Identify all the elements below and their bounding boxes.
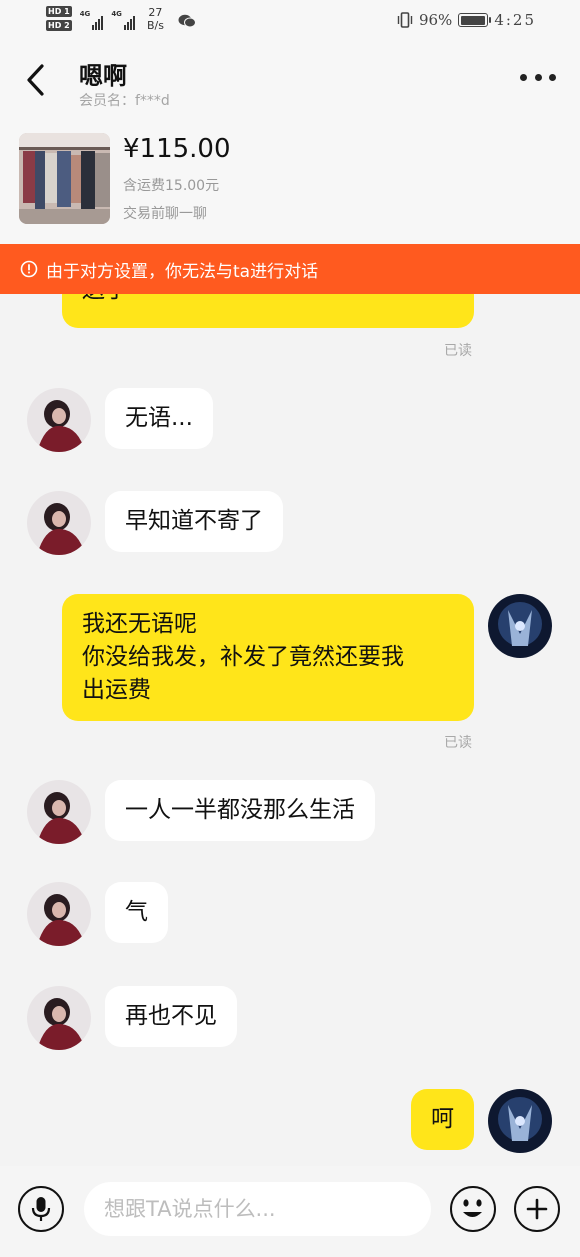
- input-bar: [0, 1166, 580, 1257]
- wechat-icon: [178, 14, 196, 28]
- network-speed: 27 B/s: [146, 6, 164, 32]
- product-price: ¥115.00: [123, 134, 231, 164]
- contact-avatar[interactable]: [27, 388, 91, 452]
- voice-button[interactable]: [18, 1186, 64, 1232]
- my-avatar[interactable]: [488, 1089, 552, 1153]
- hd1-badge: HD 1: [46, 6, 72, 17]
- message-bubble-incoming[interactable]: 无语...: [105, 388, 213, 449]
- message-line: 送了: [82, 294, 454, 307]
- message-line: 呵: [431, 1106, 454, 1132]
- signal-icon-2: 4G: [111, 10, 135, 30]
- message-line: 早知道不寄了: [125, 508, 263, 534]
- contact-avatar[interactable]: [27, 986, 91, 1050]
- signal-icon: 4G: [80, 10, 104, 30]
- message-bubble-outgoing[interactable]: 送了: [62, 294, 474, 328]
- message-bubble-incoming[interactable]: 再也不见: [105, 986, 237, 1047]
- mic-icon: [31, 1197, 51, 1221]
- contact-avatar[interactable]: [27, 491, 91, 555]
- message-bubble-incoming[interactable]: 早知道不寄了: [105, 491, 283, 552]
- battery-icon: [458, 13, 492, 27]
- warning-circle-icon: [20, 260, 38, 278]
- message-line: 我还无语呢: [82, 611, 197, 637]
- message-bubble-incoming[interactable]: 气: [105, 882, 168, 943]
- back-icon[interactable]: [22, 62, 52, 98]
- message-line: 你没给我发，补发了竟然还要我: [82, 644, 404, 670]
- battery-percent: 96%: [418, 11, 453, 29]
- shipping-fee: 含运费15.00元: [123, 178, 220, 194]
- plus-icon: [526, 1198, 548, 1220]
- contact-avatar[interactable]: [27, 882, 91, 946]
- emoji-button[interactable]: [450, 1186, 496, 1232]
- product-image[interactable]: [19, 133, 110, 224]
- trade-tip: 交易前聊一聊: [123, 206, 207, 222]
- product-card[interactable]: ¥115.00 含运费15.00元 交易前聊一聊: [0, 120, 580, 244]
- message-bubble-outgoing[interactable]: 我还无语呢 你没给我发，补发了竟然还要我 出运费: [62, 594, 474, 721]
- plus-button[interactable]: [514, 1186, 560, 1232]
- message-line: 无语...: [125, 405, 193, 431]
- message-line: 再也不见: [125, 1003, 217, 1029]
- message-line: 出运费: [82, 677, 151, 703]
- chat-title: 嗯啊: [79, 62, 127, 90]
- restriction-text: 由于对方设置，你无法与ta进行对话: [46, 261, 319, 282]
- message-line: 气: [125, 899, 148, 925]
- message-line: 一人一半都没那么生活: [125, 797, 355, 823]
- message-bubble-outgoing[interactable]: 呵: [411, 1089, 474, 1150]
- contact-avatar[interactable]: [27, 780, 91, 844]
- message-bubble-incoming[interactable]: 一人一半都没那么生活: [105, 780, 375, 841]
- chat-header: 嗯啊 会员名：f***d: [0, 44, 580, 120]
- vibrate-icon: [397, 12, 413, 28]
- read-receipt: 已读: [444, 343, 472, 359]
- read-receipt: 已读: [444, 735, 472, 751]
- emoji-icon: [463, 1199, 482, 1217]
- member-name: 会员名：f***d: [79, 93, 170, 109]
- message-input[interactable]: [84, 1182, 431, 1236]
- message-list[interactable]: 送了 已读 无语... 早知道不寄了 我还无语呢 你没给我发，补发了竟然还要我 …: [0, 294, 580, 1166]
- my-avatar[interactable]: [488, 594, 552, 658]
- restriction-banner: 由于对方设置，你无法与ta进行对话: [0, 244, 580, 294]
- clock-time: 4:25: [494, 11, 536, 29]
- hd2-badge: HD 2: [46, 20, 72, 31]
- status-bar: HD 1 HD 2 4G 4G 27 B/s 96% 4:25: [0, 0, 580, 44]
- more-icon[interactable]: [520, 74, 556, 84]
